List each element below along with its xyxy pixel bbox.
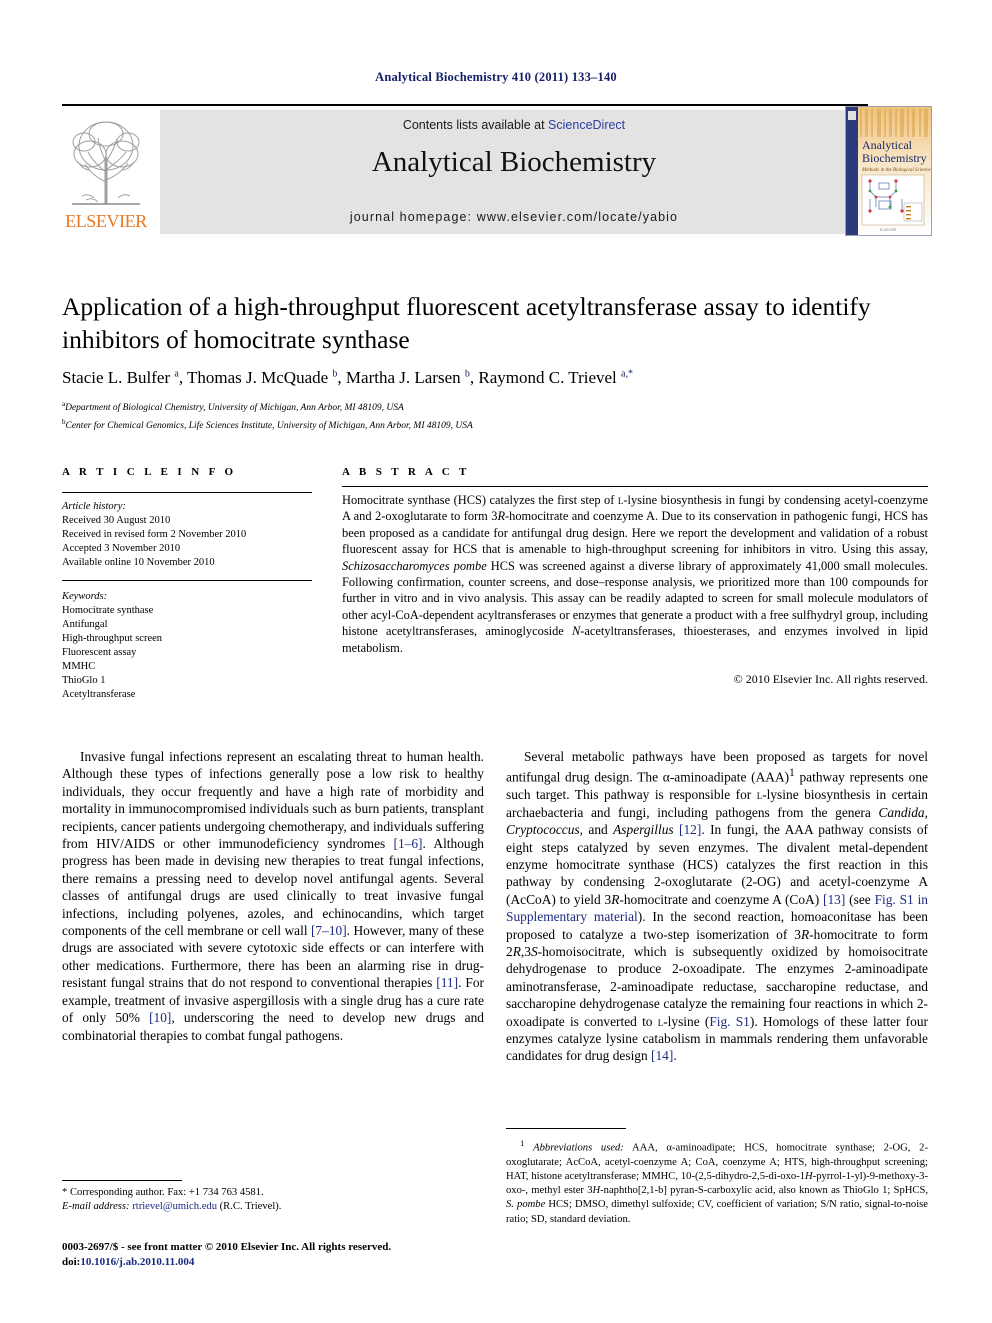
doi-line: doi:10.1016/j.ab.2010.11.004	[62, 1255, 492, 1270]
article-history-item: Received in revised form 2 November 2010	[62, 529, 247, 540]
abstract-text: Homocitrate synthase (HCS) catalyzes the…	[342, 493, 929, 655]
keyword-item: ThioGlo 1	[62, 675, 106, 686]
article-history-label: Article history:	[62, 501, 126, 512]
abbreviations-text: 1 Abbreviations used: AAA, α-aminoadipat…	[506, 1138, 929, 1225]
journal-cover-thumbnail: Analytical Biochemistry Methods in the B…	[845, 106, 932, 236]
keyword-item: Homocitrate synthase	[62, 605, 154, 616]
journal-masthead: ELSEVIER Contents lists available at Sci…	[62, 104, 932, 236]
abbreviations-footnote: 1 Abbreviations used: AAA, α-aminoadipat…	[506, 1128, 928, 1227]
imprint-line: 0003-2697/$ - see front matter © 2010 El…	[62, 1241, 392, 1253]
affiliation-item: bCenter for Chemical Genomics, Life Scie…	[62, 417, 473, 431]
keyword-item: High-throughput screen	[62, 633, 163, 644]
doi-label: doi:	[62, 1255, 81, 1268]
body-column-left: Invasive fungal infections represent an …	[62, 748, 484, 1044]
svg-text:Analytical: Analytical	[862, 138, 913, 152]
journal-title: Analytical Biochemistry	[371, 146, 657, 178]
contents-prefix: Contents lists available at	[402, 118, 549, 132]
contents-list-line: Contents lists available at ScienceDirec…	[160, 118, 868, 132]
article-info-heading: A R T I C L E I N F O	[62, 466, 237, 478]
keywords-block: Keywords: Homocitrate synthase Antifungal…	[62, 590, 312, 702]
keyword-item: Acetyltransferase	[62, 689, 136, 700]
keywords-label: Keywords:	[62, 591, 108, 602]
elsevier-wordmark: ELSEVIER	[65, 211, 147, 231]
article-info-rule-top	[62, 492, 312, 493]
cover-artwork-icon: Analytical Biochemistry Methods in the B…	[846, 107, 931, 235]
elsevier-tree-icon	[72, 121, 140, 205]
email-link[interactable]: rtrievel@umich.edu	[132, 1201, 217, 1212]
journal-homepage[interactable]: journal homepage: www.elsevier.com/locat…	[160, 210, 868, 224]
running-head: Analytical Biochemistry 410 (2011) 133–1…	[375, 70, 617, 84]
affiliation-list: aDepartment of Biological Chemistry, Uni…	[62, 398, 928, 433]
imprint-block: 0003-2697/$ - see front matter © 2010 El…	[62, 1240, 492, 1269]
svg-text:Methods in the Biological Scie: Methods in the Biological Sciences	[861, 168, 931, 173]
body-paragraph-left: Invasive fungal infections represent an …	[62, 749, 485, 1043]
article-history-item: Available online 10 November 2010	[62, 557, 215, 568]
email-label: E-mail address:	[62, 1201, 130, 1212]
corresponding-author-footnote: * Corresponding author. Fax: +1 734 763 …	[62, 1180, 484, 1214]
keyword-item: Fluorescent assay	[62, 647, 137, 658]
article-history-items: Received 30 August 2010 Received in revis…	[62, 514, 312, 570]
author-list: Stacie L. Bulfer a, Thomas J. McQuade b,…	[62, 368, 633, 387]
copyright-line: © 2010 Elsevier Inc. All rights reserved…	[733, 672, 928, 686]
article-history-item: Accepted 3 November 2010	[62, 543, 181, 554]
email-line: E-mail address: rtrievel@umich.edu (R.C.…	[62, 1200, 484, 1214]
journal-banner: Contents lists available at ScienceDirec…	[160, 110, 868, 234]
svg-text:Biochemistry: Biochemistry	[862, 151, 927, 165]
svg-text:ELSEVIER: ELSEVIER	[880, 228, 897, 232]
abstract-heading: A B S T R A C T	[342, 466, 470, 478]
body-paragraph-right: Several metabolic pathways have been pro…	[506, 749, 929, 1064]
sciencedirect-link[interactable]: ScienceDirect	[548, 118, 625, 132]
keywords-items: Homocitrate synthase Antifungal High-throu…	[62, 604, 312, 702]
article-history: Article history: Received 30 August 2010…	[62, 500, 312, 570]
page-title: Application of a high-throughput fluores…	[62, 292, 871, 354]
article-history-item: Received 30 August 2010	[62, 515, 171, 526]
body-column-right: Several metabolic pathways have been pro…	[506, 748, 928, 1065]
doi-link[interactable]: 10.1016/j.ab.2010.11.004	[80, 1256, 194, 1268]
masthead-top-rule	[62, 104, 868, 106]
keyword-item: MMHC	[62, 661, 96, 672]
affiliation-item: aDepartment of Biological Chemistry, Uni…	[62, 400, 404, 414]
footnote-rule-right	[506, 1128, 626, 1129]
abstract-rule	[342, 486, 928, 487]
corresponding-author-line: * Corresponding author. Fax: +1 734 763 …	[62, 1187, 264, 1198]
article-page: Analytical Biochemistry 410 (2011) 133–1…	[0, 0, 992, 1323]
email-suffix: (R.C. Trievel).	[219, 1201, 282, 1212]
elsevier-logo: ELSEVIER	[62, 110, 150, 234]
keyword-item: Antifungal	[62, 619, 108, 630]
footnote-rule-left	[62, 1180, 182, 1181]
article-info-rule-mid	[62, 580, 312, 581]
